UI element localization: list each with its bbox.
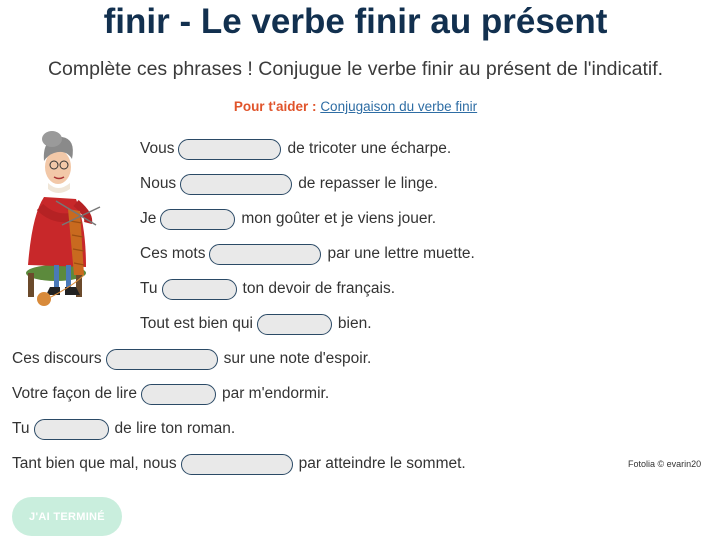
sentence-row: Je mon goûter et je viens jouer. [140,207,436,231]
sentence-row: Ces discours sur une note d'espoir. [12,347,371,371]
sentence-after: mon goûter et je viens jouer. [241,210,437,227]
image-credit: Fotolia © evarin20 [628,459,702,469]
sentence-row: Tout est bien qui bien. [140,312,372,336]
sentence-before: Ces discours [12,350,102,367]
answer-input-1[interactable] [178,138,282,160]
page-title: finir - Le verbe finir au présent [103,2,608,41]
help-line: Pour t'aider : Conjugaison du verbe fini… [0,99,711,114]
sentence-before: Vous [140,140,175,157]
sentence-after: de tricoter une écharpe. [287,140,452,157]
sentence-before: Tout est bien qui [140,315,253,332]
answer-input-3[interactable] [160,208,236,230]
sentence-after: bien. [337,315,372,332]
sentence-before: Nous [140,175,177,192]
sentence-before: Tant bien que mal, nous [12,455,177,472]
sentence-row: Nous de repasser le linge. [140,172,438,196]
help-label: Pour t'aider : [233,99,317,114]
answer-input-8[interactable] [140,383,216,405]
finished-button[interactable]: J'AI TERMINÉ [12,497,122,536]
answer-input-2[interactable] [180,173,293,195]
answer-input-6[interactable] [256,313,332,335]
sentence-row: Tu ton devoir de français. [140,277,395,301]
answer-input-10[interactable] [180,453,293,475]
sentence-before: Ces mots [140,245,206,262]
sentence-after: de lire ton roman. [114,420,236,437]
sentence-row: Ces mots par une lettre muette. [140,242,475,266]
sentence-after: ton devoir de français. [242,280,396,297]
answer-input-5[interactable] [161,278,237,300]
sentence-after: de repasser le linge. [298,175,438,192]
instructions: Complète ces phrases ! Conjugue le verbe… [47,58,664,80]
sentence-before: Je [140,210,157,227]
sentence-before: Tu [140,280,158,297]
conjugation-link[interactable]: Conjugaison du verbe finir [320,99,477,114]
grandmother-knitting-illustration [26,131,101,306]
sentence-before: Tu [12,420,30,437]
answer-input-9[interactable] [33,418,109,440]
answer-input-4[interactable] [209,243,322,265]
sentence-after: par atteindre le sommet. [298,455,466,472]
sentence-before: Votre façon de lire [12,385,137,402]
sentence-row: Votre façon de lire par m'endormir. [12,382,329,406]
answer-input-7[interactable] [105,348,218,370]
sentence-after: par m'endormir. [221,385,330,402]
sentence-row: Tant bien que mal, nous par atteindre le… [12,452,466,476]
sentence-after: sur une note d'espoir. [223,350,372,367]
sentence-after: par une lettre muette. [327,245,475,262]
sentence-row: Vous de tricoter une écharpe. [140,137,451,161]
sentence-row: Tu de lire ton roman. [12,417,235,441]
